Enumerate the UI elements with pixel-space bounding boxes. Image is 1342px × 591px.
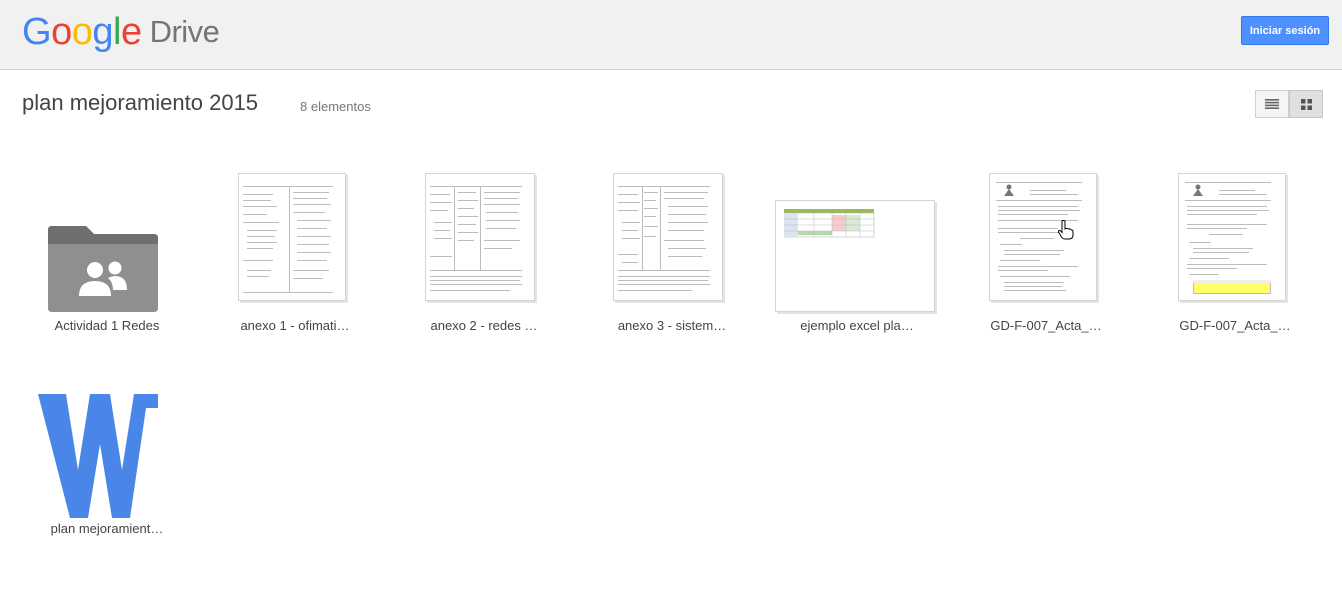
document-logo-icon bbox=[1004, 184, 1014, 196]
document-thumbnail bbox=[989, 173, 1097, 301]
list-view-icon bbox=[1265, 99, 1279, 109]
logo-letter: o bbox=[71, 11, 93, 53]
file-name: anexo 3 - sistem… bbox=[617, 318, 727, 333]
logo-letter: l bbox=[112, 11, 121, 53]
file-name: anexo 2 - redes … bbox=[430, 318, 538, 333]
document-logo-icon bbox=[1193, 184, 1203, 196]
file-name: ejemplo excel pla… bbox=[800, 318, 914, 333]
document-thumbnail bbox=[238, 173, 346, 301]
signin-button[interactable]: Iniciar sesión bbox=[1241, 16, 1329, 45]
item-count: 8 elementos bbox=[300, 99, 371, 114]
file-name: anexo 1 - ofimati… bbox=[240, 318, 350, 333]
file-name: Actividad 1 Redes bbox=[54, 318, 160, 333]
file-item-document[interactable]: anexo 3 - sistem… bbox=[587, 170, 757, 340]
hand-cursor-icon bbox=[1058, 220, 1074, 240]
file-item-document[interactable]: anexo 1 - ofimati… bbox=[210, 170, 380, 340]
file-name: GD-F-007_Acta_… bbox=[990, 318, 1102, 333]
file-item-spreadsheet[interactable]: ejemplo excel pla… bbox=[772, 170, 942, 340]
spreadsheet-thumbnail bbox=[775, 200, 935, 312]
file-name: plan mejoramient… bbox=[50, 521, 164, 536]
grid-view-button[interactable] bbox=[1289, 90, 1323, 118]
document-thumbnail bbox=[613, 173, 723, 301]
google-drive-logo[interactable]: Google Drive bbox=[22, 10, 220, 56]
document-thumbnail bbox=[1178, 173, 1286, 301]
logo-letter: e bbox=[120, 11, 142, 53]
logo-letter: G bbox=[22, 11, 52, 53]
folder-title: plan mejoramiento 2015 bbox=[22, 90, 259, 115]
logo-drive-text: Drive bbox=[149, 14, 220, 49]
document-thumbnail bbox=[425, 173, 535, 301]
view-toggle bbox=[1255, 90, 1323, 118]
shared-folder-icon bbox=[48, 226, 158, 312]
file-item-document[interactable]: GD-F-007_Acta_… bbox=[961, 170, 1131, 340]
spreadsheet-preview-icon bbox=[784, 209, 875, 238]
file-name: GD-F-007_Acta_… bbox=[1179, 318, 1291, 333]
top-bar: Google Drive Iniciar sesión bbox=[0, 0, 1342, 70]
word-document-icon bbox=[38, 394, 158, 518]
file-item-word-document[interactable]: plan mejoramient… bbox=[22, 380, 192, 545]
list-view-button[interactable] bbox=[1255, 90, 1289, 118]
grid-view-icon bbox=[1300, 98, 1312, 110]
file-item-document[interactable]: anexo 2 - redes … bbox=[399, 170, 569, 340]
file-item-document[interactable]: GD-F-007_Acta_… bbox=[1150, 170, 1320, 340]
logo-letter: g bbox=[92, 11, 113, 53]
logo-letter: o bbox=[51, 11, 72, 53]
file-item-folder[interactable]: Actividad 1 Redes bbox=[22, 170, 192, 340]
